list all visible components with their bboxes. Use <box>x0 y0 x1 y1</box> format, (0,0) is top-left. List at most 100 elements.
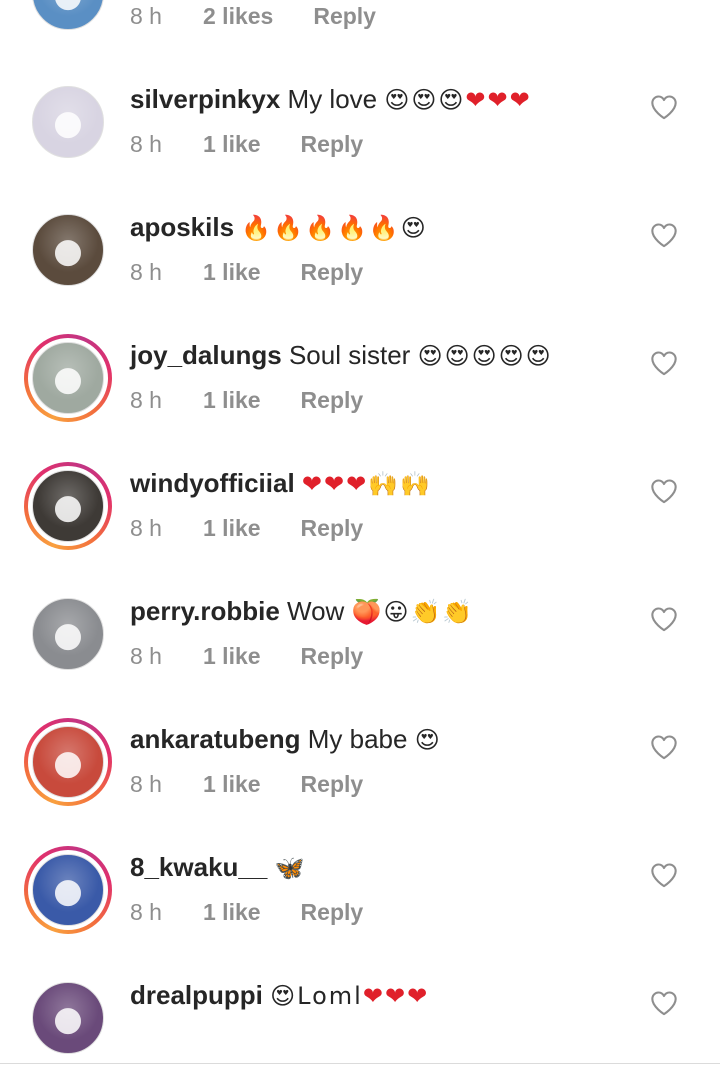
comment-text: Soul sister <box>288 340 411 370</box>
bottom-area <box>0 1064 720 1077</box>
avatar[interactable]: ● <box>32 982 104 1054</box>
person-icon: ● <box>33 0 103 15</box>
avatar-container[interactable]: ● <box>24 78 112 166</box>
avatar[interactable]: ● <box>32 598 104 670</box>
reply-button[interactable]: Reply <box>301 643 364 669</box>
comment-body: aposkils 🔥🔥🔥🔥🔥😍 <box>130 212 630 243</box>
comment-timestamp: 8 h <box>130 131 162 157</box>
comment-likes-count[interactable]: 1 like <box>203 899 261 925</box>
comment-likes-count[interactable]: 1 like <box>203 771 261 797</box>
reply-button[interactable]: Reply <box>301 515 364 541</box>
comment-timestamp: 8 h <box>130 3 162 29</box>
heart-outline-icon[interactable] <box>650 606 680 634</box>
avatar[interactable]: ● <box>32 726 104 798</box>
comment-body: ankaratubeng My babe 😍 <box>130 724 630 755</box>
comment-meta: 8 h 2 likes Reply <box>130 3 376 29</box>
heart-outline-icon[interactable] <box>650 990 680 1018</box>
avatar[interactable]: ● <box>32 342 104 414</box>
comment-row: ● aposkils 🔥🔥🔥🔥🔥😍 8 h 1 like Reply <box>0 166 720 294</box>
comment-body: silverpinkyx My love 😍😍😍❤❤❤ <box>130 84 630 115</box>
comment-timestamp: 8 h <box>130 643 162 669</box>
avatar[interactable]: ● <box>32 214 104 286</box>
reply-button[interactable]: Reply <box>301 131 364 157</box>
comment-likes-count[interactable]: 1 like <box>203 387 261 413</box>
avatar[interactable]: ● <box>32 0 104 30</box>
avatar-container[interactable]: ● <box>24 590 112 678</box>
avatar-container[interactable]: ● <box>24 974 112 1062</box>
comment-text: My babe <box>307 724 408 754</box>
comment-body: joy_dalungs Soul sister 😍😍😍😍😍 <box>130 340 630 371</box>
comment-text: Wow <box>287 596 345 626</box>
comment-meta: 8 h 1 like Reply <box>130 515 363 541</box>
comment-username[interactable]: perry.robbie <box>130 596 280 626</box>
comment-meta: 8 h 1 like Reply <box>130 259 363 285</box>
comment-likes-count[interactable]: 2 likes <box>203 3 273 29</box>
heart-outline-icon[interactable] <box>650 222 680 250</box>
comment-emoji: ❤❤❤🙌🙌 <box>301 470 433 498</box>
avatar[interactable]: ● <box>32 470 104 542</box>
avatar-container[interactable]: ● <box>24 206 112 294</box>
comment-username[interactable]: windyofficiial <box>130 468 295 498</box>
reply-button[interactable]: Reply <box>301 771 364 797</box>
comment-timestamp: 8 h <box>130 899 162 925</box>
comment-likes-count[interactable]: 1 like <box>203 515 261 541</box>
comment-username[interactable]: 8_kwaku__ <box>130 852 267 882</box>
comment-row: ● 8_kwaku__ 🦋 8 h 1 like Reply <box>0 806 720 934</box>
comment-meta: 8 h 1 like Reply <box>130 899 363 925</box>
comment-emoji: 😍😍😍😍😍 <box>417 342 553 370</box>
comment-likes-count[interactable]: 1 like <box>203 643 261 669</box>
comment-list: ●iamt_swave ❤❤❤❤❤8 h2 likesReply●silverp… <box>0 0 720 1062</box>
comment-row: ● joy_dalungs Soul sister 😍😍😍😍😍 8 h 1 like R… <box>0 294 720 422</box>
comment-timestamp: 8 h <box>130 771 162 797</box>
comment-emoji: 😍Loml❤❤❤ <box>270 982 430 1010</box>
comment-body: drealpuppi 😍Loml❤❤❤ <box>130 980 630 1011</box>
comment-row: ● ankaratubeng My babe 😍 8 h 1 like Reply <box>0 678 720 806</box>
heart-outline-icon[interactable] <box>650 478 680 506</box>
comment-body: 8_kwaku__ 🦋 <box>130 852 630 883</box>
reply-button[interactable]: Reply <box>301 259 364 285</box>
comment-likes-count[interactable]: 1 like <box>203 131 261 157</box>
avatar-container[interactable]: ● <box>24 846 112 934</box>
avatar-container[interactable]: ● <box>24 334 112 422</box>
avatar[interactable]: ● <box>32 854 104 926</box>
comment-body: perry.robbie Wow 🍑😛👏👏 <box>130 596 630 627</box>
comment-timestamp: 8 h <box>130 259 162 285</box>
reply-button[interactable]: Reply <box>301 387 364 413</box>
person-icon: ● <box>53 487 83 527</box>
comment-timestamp: 8 h <box>130 387 162 413</box>
avatar-container[interactable]: ● <box>24 0 112 38</box>
person-icon: ● <box>53 615 83 655</box>
comment-meta: 8 h 1 like Reply <box>130 771 363 797</box>
comment-username[interactable]: joy_dalungs <box>130 340 282 370</box>
comment-timestamp: 8 h <box>130 515 162 541</box>
avatar-container[interactable]: ● <box>24 718 112 806</box>
comment-emoji: 😍 <box>414 726 442 754</box>
heart-outline-icon[interactable] <box>650 862 680 890</box>
person-icon: ● <box>53 999 83 1039</box>
comment-text: My love <box>287 84 378 114</box>
person-icon: ● <box>53 231 83 271</box>
comment-username[interactable]: drealpuppi <box>130 980 263 1010</box>
heart-outline-icon[interactable] <box>650 94 680 122</box>
comment-meta: 8 h 1 like Reply <box>130 131 363 157</box>
avatar-container[interactable]: ● <box>24 462 112 550</box>
reply-button[interactable]: Reply <box>301 899 364 925</box>
comment-emoji: 🔥🔥🔥🔥🔥😍 <box>241 214 428 242</box>
comment-meta: 8 h 1 like Reply <box>130 387 363 413</box>
comment-username[interactable]: silverpinkyx <box>130 84 280 114</box>
heart-outline-icon[interactable] <box>650 734 680 762</box>
avatar[interactable]: ● <box>32 86 104 158</box>
comment-likes-count[interactable]: 1 like <box>203 259 261 285</box>
comment-row: ● drealpuppi 😍Loml❤❤❤ <box>0 934 720 1062</box>
comment-row: ● windyofficiial ❤❤❤🙌🙌 8 h 1 like Reply <box>0 422 720 550</box>
reply-button[interactable]: Reply <box>313 3 376 29</box>
person-icon: ● <box>53 103 83 143</box>
person-icon: ● <box>53 359 83 399</box>
comment-emoji: 😍😍😍❤❤❤ <box>384 86 532 114</box>
comment-body: windyofficiial ❤❤❤🙌🙌 <box>130 468 630 499</box>
heart-outline-icon[interactable] <box>650 350 680 378</box>
comment-username[interactable]: ankaratubeng <box>130 724 301 754</box>
comment-row: ● silverpinkyx My love 😍😍😍❤❤❤ 8 h 1 like Rep… <box>0 38 720 166</box>
comment-emoji: 🦋 <box>274 854 307 882</box>
comment-username[interactable]: aposkils <box>130 212 234 242</box>
